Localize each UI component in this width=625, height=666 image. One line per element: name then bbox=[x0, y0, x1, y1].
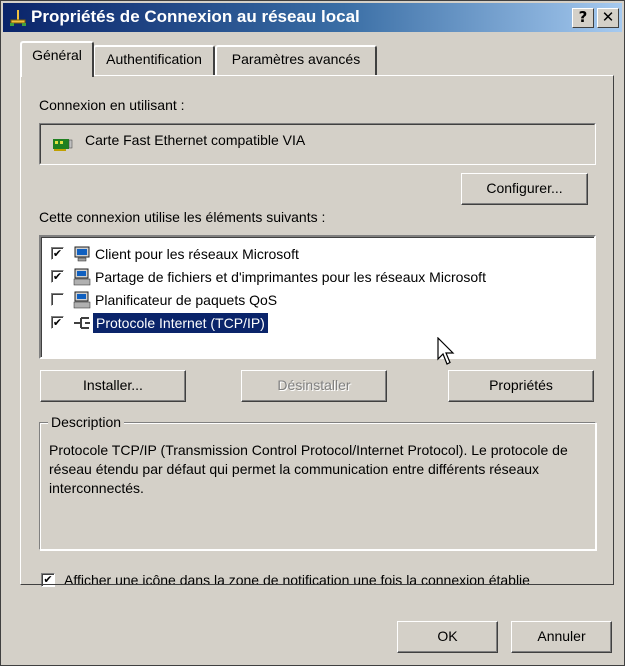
tab-general[interactable]: Général bbox=[20, 41, 94, 77]
network-connection-icon bbox=[10, 10, 26, 26]
tab-panel-general bbox=[20, 75, 614, 585]
tab-advanced[interactable]: Paramètres avancés bbox=[215, 45, 377, 75]
close-button[interactable]: ✕ bbox=[597, 8, 619, 28]
help-button[interactable]: ? bbox=[572, 8, 594, 28]
ok-button[interactable]: OK bbox=[397, 621, 498, 653]
cancel-button[interactable]: Annuler bbox=[511, 621, 612, 653]
connection-properties-dialog: Propriétés de Connexion au réseau local … bbox=[0, 0, 625, 666]
tab-authentication[interactable]: Authentification bbox=[93, 45, 215, 75]
title-bar[interactable]: Propriétés de Connexion au réseau local … bbox=[3, 3, 622, 32]
window-title: Propriétés de Connexion au réseau local bbox=[31, 7, 360, 26]
